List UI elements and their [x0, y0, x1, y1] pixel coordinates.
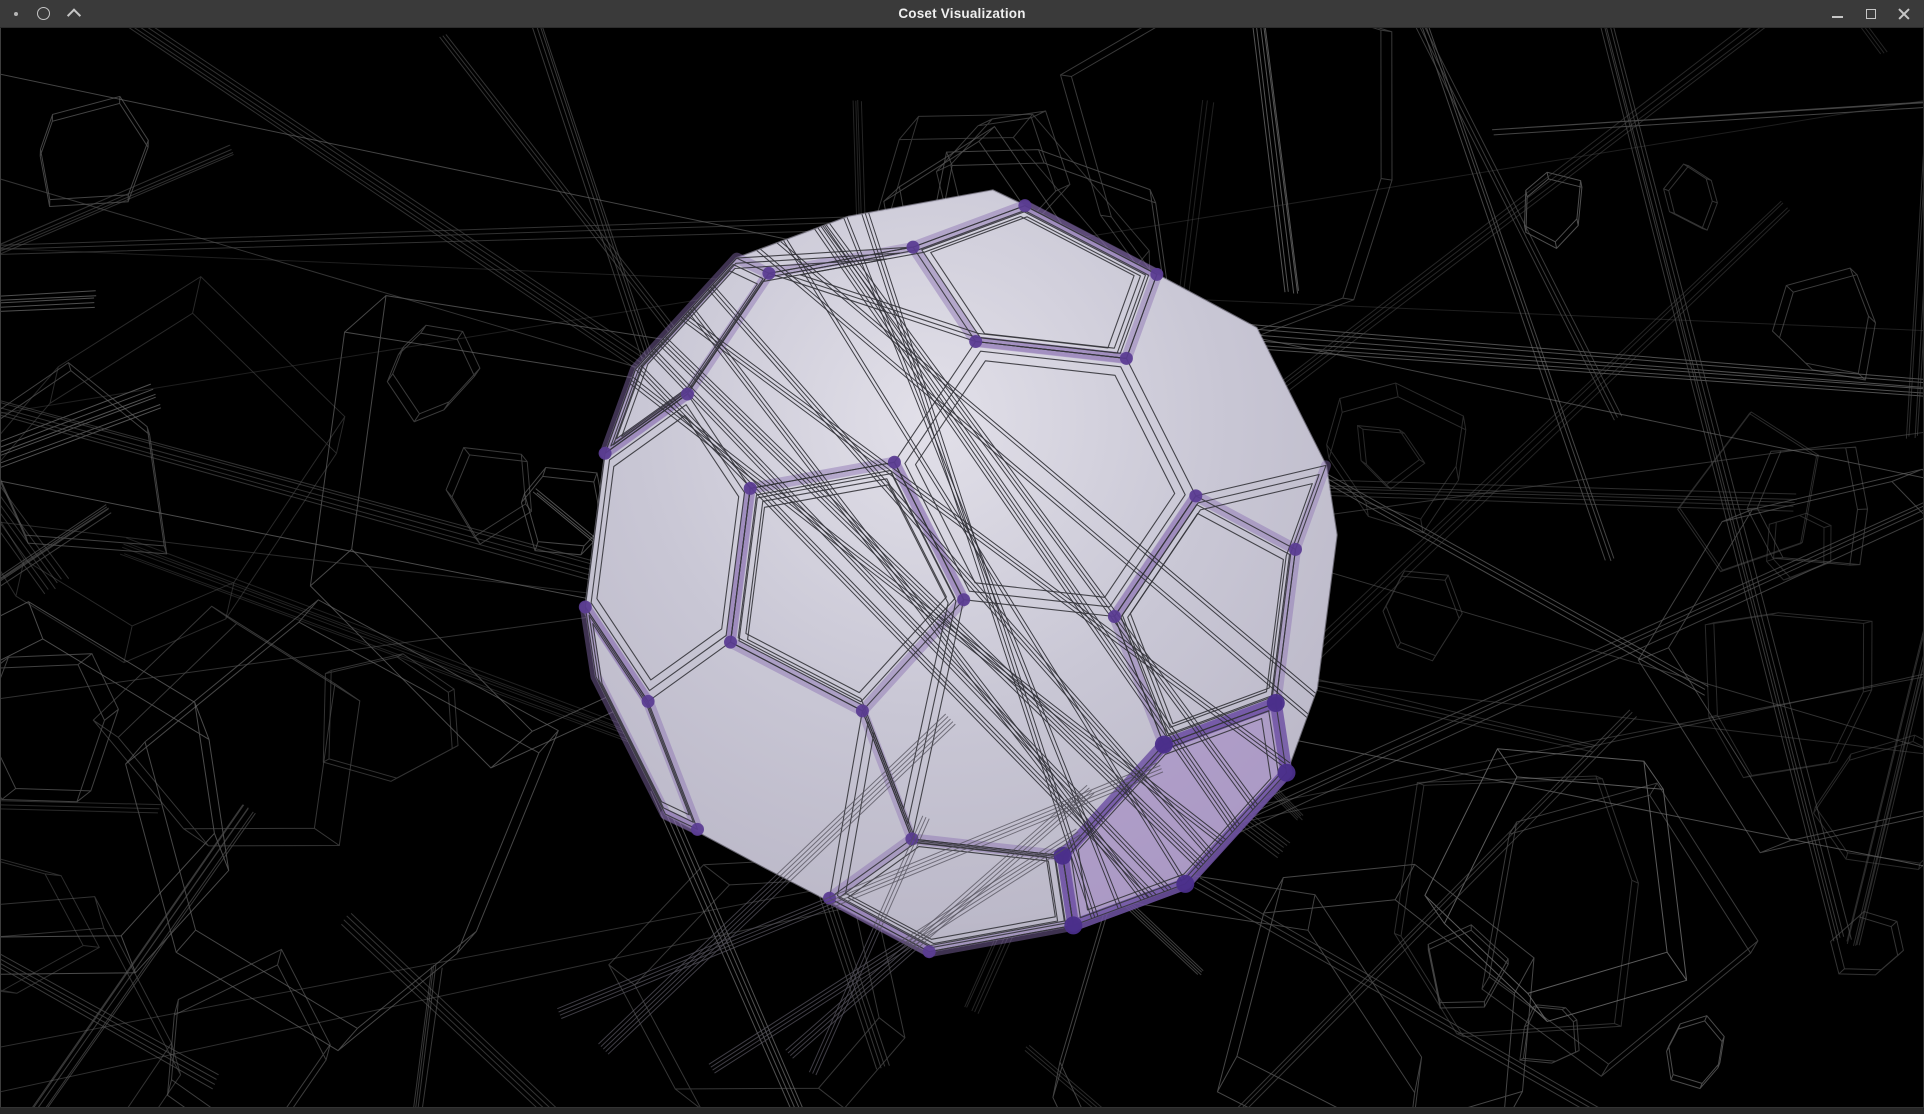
app-window: Coset Visualization: [0, 0, 1924, 1114]
maximize-button[interactable]: [1864, 7, 1878, 21]
minimize-button[interactable]: [1831, 7, 1845, 21]
window-titlebar: Coset Visualization: [0, 0, 1924, 28]
close-button[interactable]: [1897, 7, 1911, 21]
viewport[interactable]: [0, 27, 1924, 1108]
maximize-icon: [1866, 9, 1876, 19]
titlebar-left-icons: [0, 0, 79, 27]
chevron-up-icon[interactable]: [67, 8, 81, 22]
circle-icon[interactable]: [37, 7, 50, 20]
minimize-icon: [1832, 16, 1843, 18]
dot-indicator-icon: [14, 12, 18, 16]
window-controls: [1831, 0, 1924, 27]
window-bottom-border: [0, 1107, 1924, 1114]
window-title: Coset Visualization: [0, 0, 1924, 27]
viz-canvas[interactable]: [0, 27, 1924, 1108]
window-left-border: [0, 27, 1, 1108]
